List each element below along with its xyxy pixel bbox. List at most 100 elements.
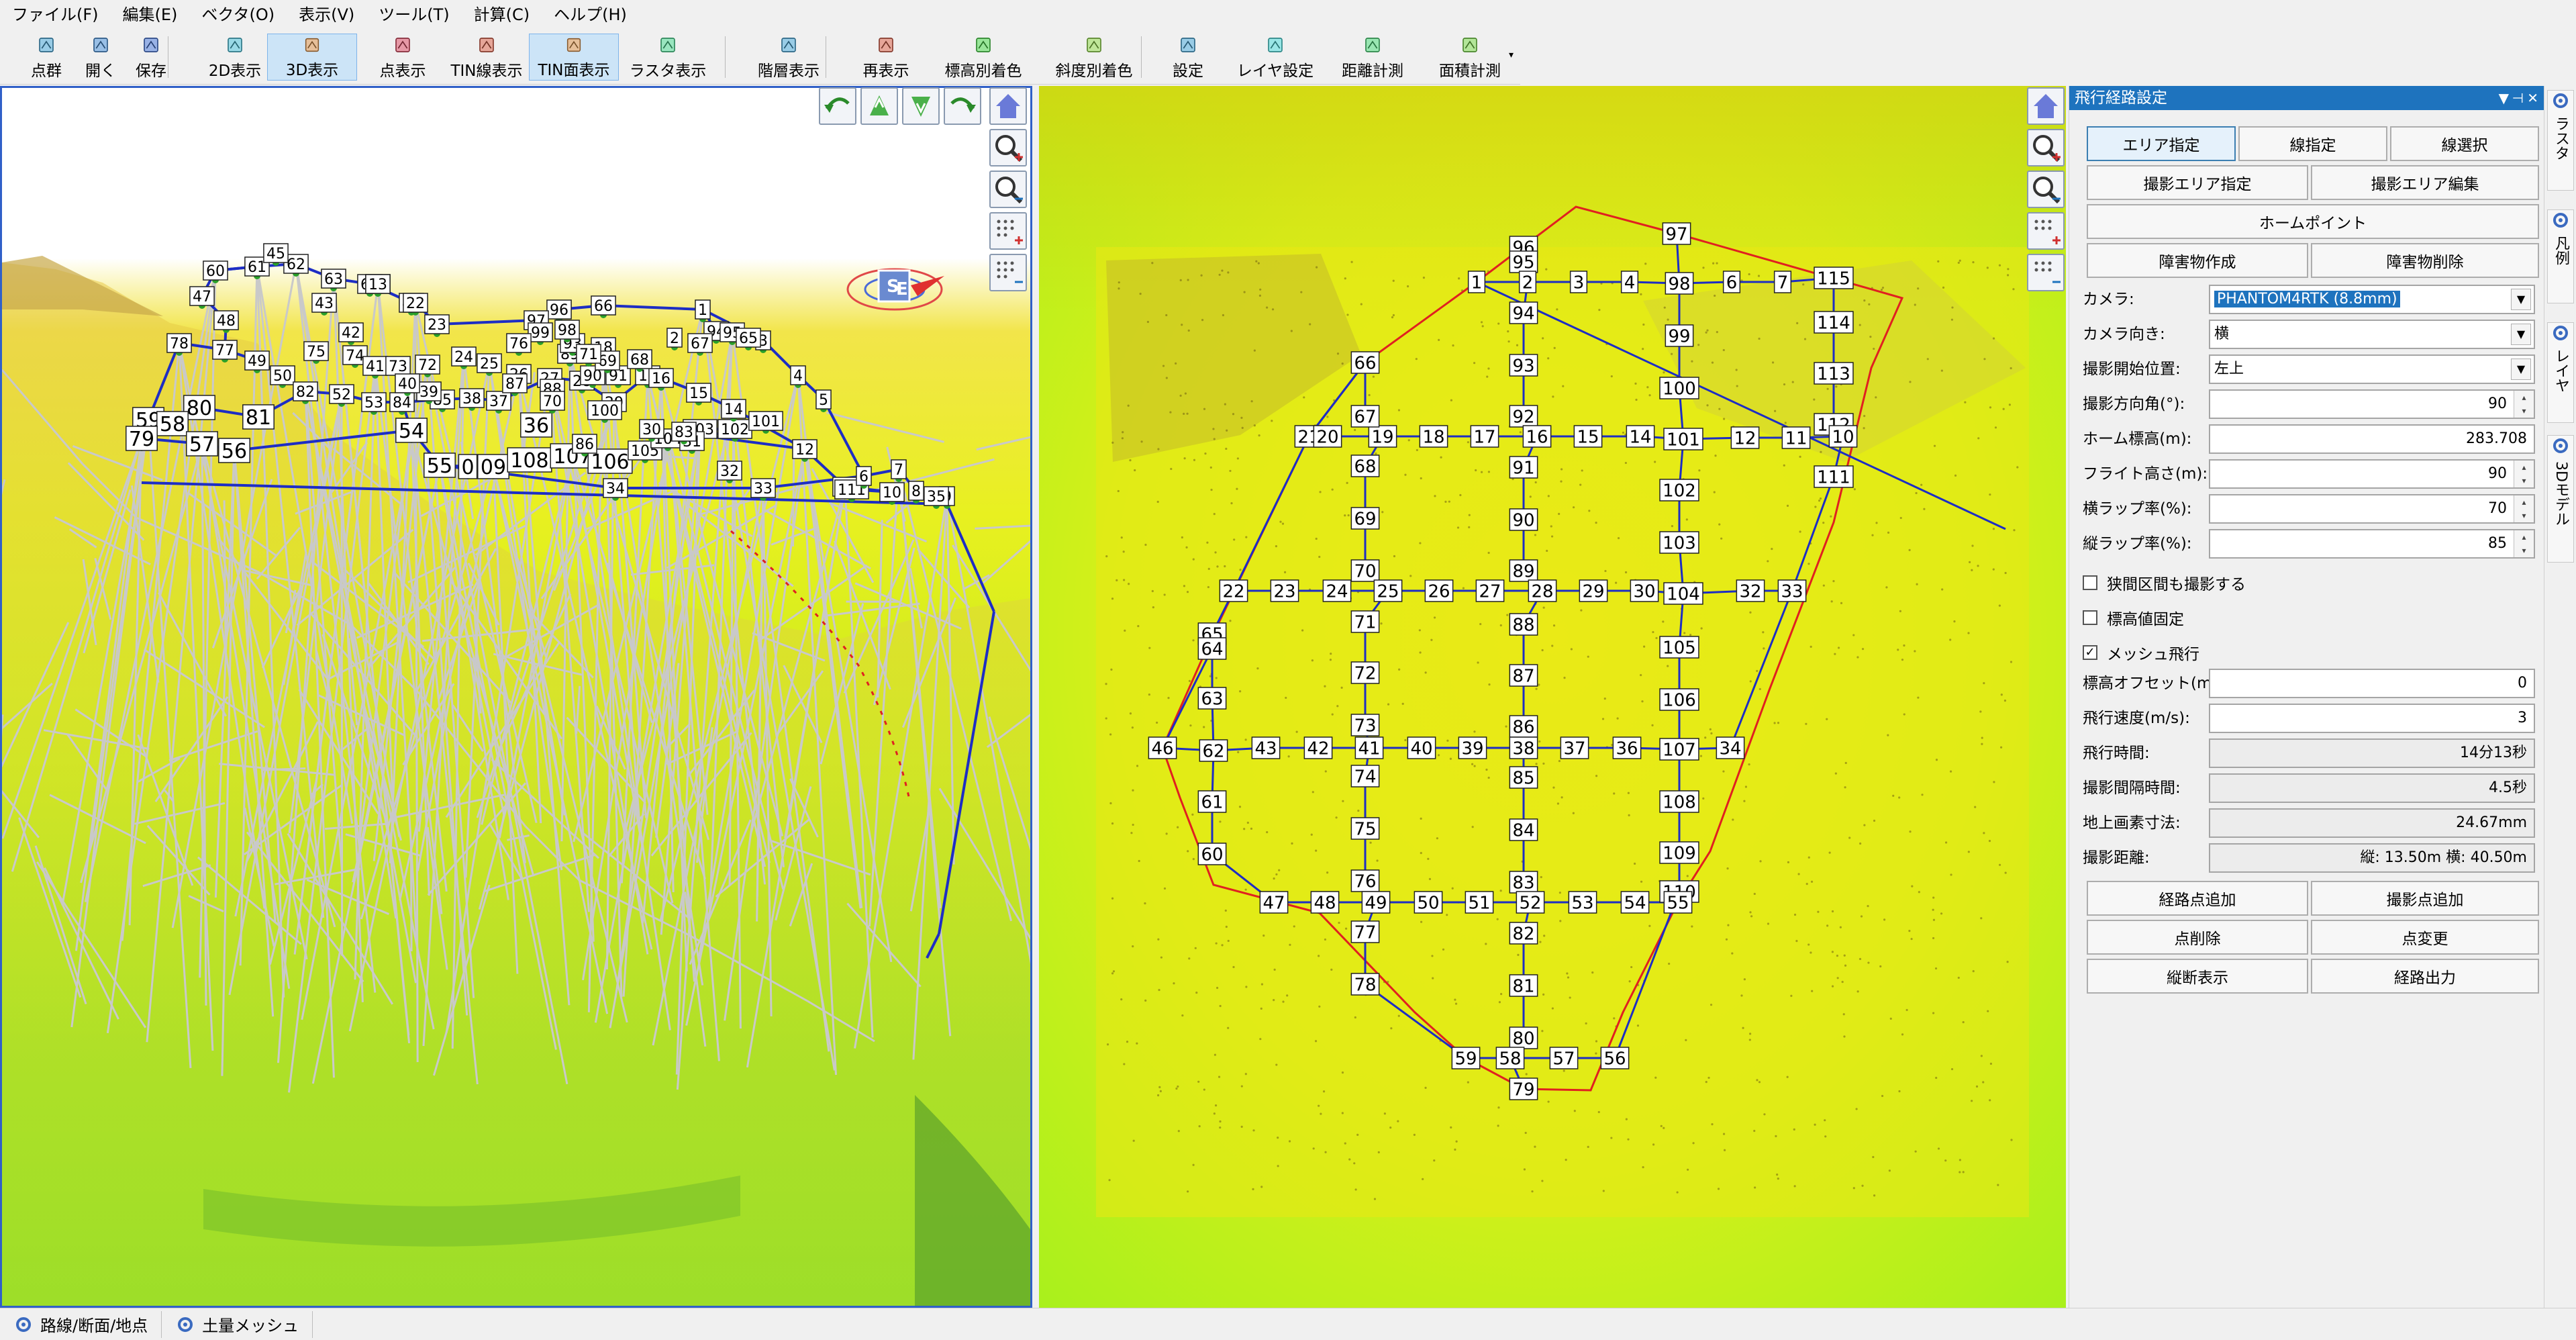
waypoint-46[interactable]: 46 xyxy=(1148,736,1177,759)
waypoint-99[interactable]: 99 xyxy=(1665,324,1694,347)
waypoint-3d-81[interactable]: 81 xyxy=(242,404,275,430)
waypoint-71[interactable]: 71 xyxy=(1350,610,1380,633)
select-field-3[interactable]: 左上 ▼ xyxy=(2209,354,2535,384)
waypoint-3d-30[interactable]: 30 xyxy=(639,419,664,439)
checkbox-box[interactable] xyxy=(2083,610,2097,625)
waypoint-55[interactable]: 55 xyxy=(1663,891,1693,914)
input-field-8[interactable]: 85 ▴ ▾ xyxy=(2209,529,2535,559)
waypoint-3d-39[interactable]: 39 xyxy=(416,381,442,401)
toolbar-button-6[interactable]: 点表示 xyxy=(358,34,448,81)
waypoint-3d-43[interactable]: 43 xyxy=(311,293,337,313)
waypoint-80[interactable]: 80 xyxy=(1509,1026,1538,1049)
waypoint-53[interactable]: 53 xyxy=(1568,891,1597,914)
waypoint-3d-87[interactable]: 87 xyxy=(502,373,528,393)
waypoint-66[interactable]: 66 xyxy=(1350,351,1380,374)
waypoint-63[interactable]: 63 xyxy=(1197,687,1227,710)
waypoint-102[interactable]: 102 xyxy=(1659,479,1699,501)
waypoint-26[interactable]: 26 xyxy=(1424,579,1454,602)
waypoint-69[interactable]: 69 xyxy=(1350,507,1380,530)
toolbar-button-12[interactable]: 標高別着色 xyxy=(928,34,1038,81)
waypoint-3d-5[interactable]: 5 xyxy=(815,389,832,410)
readout-field-1[interactable]: 0 xyxy=(2209,669,2535,698)
waypoint-48[interactable]: 48 xyxy=(1310,891,1340,914)
panel-dropdown-icon[interactable]: ▼ xyxy=(2499,86,2509,110)
waypoint-91[interactable]: 91 xyxy=(1509,456,1538,479)
waypoint-3d-78[interactable]: 78 xyxy=(166,333,192,353)
waypoint-93[interactable]: 93 xyxy=(1509,354,1538,377)
waypoint-16[interactable]: 16 xyxy=(1522,425,1552,448)
waypoint-98[interactable]: 98 xyxy=(1665,272,1694,295)
waypoint-3d-79[interactable]: 79 xyxy=(126,426,158,451)
waypoint-115[interactable]: 115 xyxy=(1814,267,1854,289)
waypoint-3d-63[interactable]: 63 xyxy=(321,269,346,289)
waypoint-51[interactable]: 51 xyxy=(1465,891,1494,914)
tab-route-section[interactable]: 路線/断面/地点 xyxy=(0,1310,162,1338)
waypoint-73[interactable]: 73 xyxy=(1350,714,1380,736)
waypoint-14[interactable]: 14 xyxy=(1626,425,1655,448)
tilt-down-button[interactable] xyxy=(902,87,940,125)
waypoint-3d-38[interactable]: 38 xyxy=(459,388,485,408)
toolbar-button-15[interactable]: レイヤ設定 xyxy=(1224,34,1327,81)
waypoint-3d-86[interactable]: 86 xyxy=(572,434,597,454)
toolbar-button-16[interactable]: 距離計測 xyxy=(1328,34,1418,81)
waypoint-75[interactable]: 75 xyxy=(1350,817,1380,840)
toolbar-button-14[interactable]: 設定 xyxy=(1160,34,1216,81)
side-tab-3dmodel[interactable]: 3Dモデル xyxy=(2547,435,2574,563)
toolbar-button-5[interactable]: 3D表示 xyxy=(267,34,357,81)
waypoint-3d-8[interactable]: 8 xyxy=(908,481,924,501)
waypoint-3d-32[interactable]: 32 xyxy=(717,461,742,481)
waypoint-95[interactable]: 95 xyxy=(1509,250,1538,273)
spinner-icon[interactable]: ▴ ▾ xyxy=(2514,495,2534,522)
input-field-4[interactable]: 90 ▴ ▾ xyxy=(2209,389,2535,419)
waypoint-17[interactable]: 17 xyxy=(1470,425,1499,448)
waypoint-15[interactable]: 15 xyxy=(1573,425,1603,448)
waypoint-86[interactable]: 86 xyxy=(1509,715,1538,738)
waypoint-3d-6[interactable]: 6 xyxy=(856,466,872,486)
waypoint-22[interactable]: 22 xyxy=(1219,579,1248,602)
toolbar-button-1[interactable]: 点群 xyxy=(15,34,78,81)
3d-view-canvas[interactable]: 6061624563641347484342787749507574417372… xyxy=(2,88,1030,1306)
menu-tools[interactable]: ツール(T) xyxy=(366,0,461,30)
waypoint-84[interactable]: 84 xyxy=(1509,818,1538,841)
waypoint-3d-12[interactable]: 12 xyxy=(792,439,818,459)
action-button-1[interactable]: 経路点追加 xyxy=(2087,881,2308,916)
obstacle-create-button[interactable]: 障害物作成 xyxy=(2087,243,2308,278)
waypoint-3d-4[interactable]: 4 xyxy=(790,365,806,385)
waypoint-3d-48[interactable]: 48 xyxy=(213,310,239,330)
toolbar-button-10[interactable]: 階層表示 xyxy=(740,34,837,81)
point-size-up-button[interactable] xyxy=(989,212,1027,250)
waypoint-39[interactable]: 39 xyxy=(1458,736,1487,759)
waypoint-3d-1[interactable]: 1 xyxy=(695,299,711,320)
waypoint-34[interactable]: 34 xyxy=(1716,736,1745,759)
action-button-2[interactable]: 撮影点追加 xyxy=(2311,881,2539,916)
waypoint-3d-52[interactable]: 52 xyxy=(329,384,354,404)
3d-view-pane[interactable]: 6061624563641347484342787749507574417372… xyxy=(0,86,1032,1308)
menu-calc[interactable]: 計算(C) xyxy=(462,0,542,30)
side-tab-legend[interactable]: 凡例 xyxy=(2547,209,2574,303)
waypoint-109[interactable]: 109 xyxy=(1659,841,1699,864)
waypoint-92[interactable]: 92 xyxy=(1509,405,1538,428)
waypoint-3d-72[interactable]: 72 xyxy=(415,354,440,375)
spinner-icon[interactable]: ▴ ▾ xyxy=(2514,530,2534,557)
action-button-3[interactable]: 点削除 xyxy=(2087,920,2308,955)
waypoint-33[interactable]: 33 xyxy=(1777,579,1807,602)
waypoint-37[interactable]: 37 xyxy=(1560,736,1589,759)
waypoint-3d-98[interactable]: 98 xyxy=(554,320,580,340)
waypoint-107[interactable]: 107 xyxy=(1659,738,1699,761)
waypoint-61[interactable]: 61 xyxy=(1197,790,1227,813)
waypoint-97[interactable]: 97 xyxy=(1662,222,1691,245)
waypoint-90[interactable]: 90 xyxy=(1509,508,1538,531)
select-field-1[interactable]: PHANTOM4RTK (8.8mm) ▼ xyxy=(2209,285,2535,314)
waypoint-83[interactable]: 83 xyxy=(1509,871,1538,894)
menu-edit[interactable]: 編集(E) xyxy=(111,0,190,30)
tab-earth-mesh[interactable]: 土量メッシュ xyxy=(162,1310,313,1338)
waypoint-29[interactable]: 29 xyxy=(1579,579,1608,602)
waypoint-11[interactable]: 11 xyxy=(1781,426,1811,449)
waypoint-3d-67[interactable]: 67 xyxy=(687,333,713,353)
waypoint-88[interactable]: 88 xyxy=(1509,613,1538,636)
zoom-in-button-2d[interactable] xyxy=(2027,129,2065,166)
checkbox-box[interactable] xyxy=(2083,575,2097,590)
waypoint-10[interactable]: 10 xyxy=(1828,425,1858,448)
waypoint-3d-41[interactable]: 41 xyxy=(362,356,388,376)
zoom-out-button-2d[interactable] xyxy=(2027,171,2065,208)
